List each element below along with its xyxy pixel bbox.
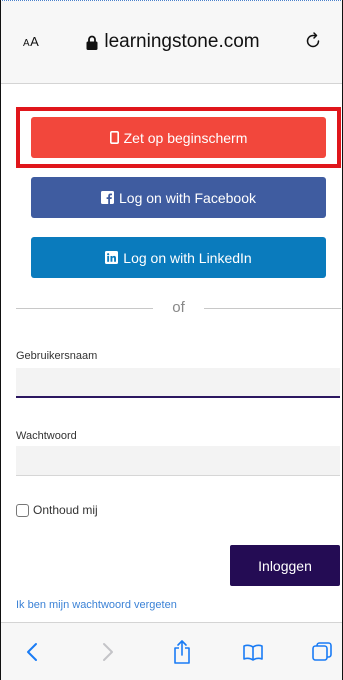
password-input[interactable]	[16, 446, 340, 476]
username-input[interactable]	[16, 368, 340, 398]
forward-icon[interactable]	[93, 637, 123, 667]
linkedin-icon	[105, 251, 119, 264]
or-divider: of	[16, 298, 341, 318]
tabs-icon[interactable]	[307, 637, 337, 667]
bookmarks-icon[interactable]	[238, 637, 268, 667]
divider-line-left	[16, 308, 153, 309]
forgot-password-link[interactable]: Ik ben mijn wachtwoord vergeten	[16, 599, 177, 611]
address-bar[interactable]: AA learningstone.com	[1, 1, 342, 83]
url-text: learningstone.com	[104, 31, 260, 52]
url-field[interactable]: learningstone.com	[63, 29, 283, 55]
divider-line-right	[204, 308, 341, 309]
left-border	[0, 0, 1, 680]
address-bar-separator	[1, 83, 342, 84]
add-to-home-screen-label: Zet op beginscherm	[123, 129, 248, 146]
divider-text: of	[172, 299, 185, 316]
reload-icon[interactable]	[304, 30, 322, 50]
back-icon[interactable]	[17, 637, 47, 667]
username-label: Gebruikersnaam	[16, 350, 98, 362]
remember-me-checkbox[interactable]	[16, 503, 29, 517]
facebook-login-button[interactable]: Log on with Facebook	[31, 177, 326, 218]
remember-me-label: Onthoud mij	[33, 503, 98, 517]
text-size-button[interactable]: AA	[23, 34, 39, 49]
screen: AA learningstone.com Zet op beginscherm …	[0, 0, 343, 680]
remember-me[interactable]: Onthoud mij	[16, 503, 98, 517]
mobile-phone-icon	[109, 131, 119, 144]
login-button[interactable]: Inloggen	[230, 545, 340, 586]
lock-icon	[86, 35, 98, 50]
facebook-icon	[101, 191, 114, 204]
facebook-login-label: Log on with Facebook	[119, 189, 256, 206]
bottom-toolbar	[1, 622, 342, 680]
linkedin-login-button[interactable]: Log on with LinkedIn	[31, 237, 326, 278]
linkedin-login-label: Log on with LinkedIn	[123, 249, 252, 266]
password-label: Wachtwoord	[16, 430, 77, 442]
share-icon[interactable]	[167, 637, 197, 667]
add-to-home-screen-button[interactable]: Zet op beginscherm	[31, 117, 326, 158]
